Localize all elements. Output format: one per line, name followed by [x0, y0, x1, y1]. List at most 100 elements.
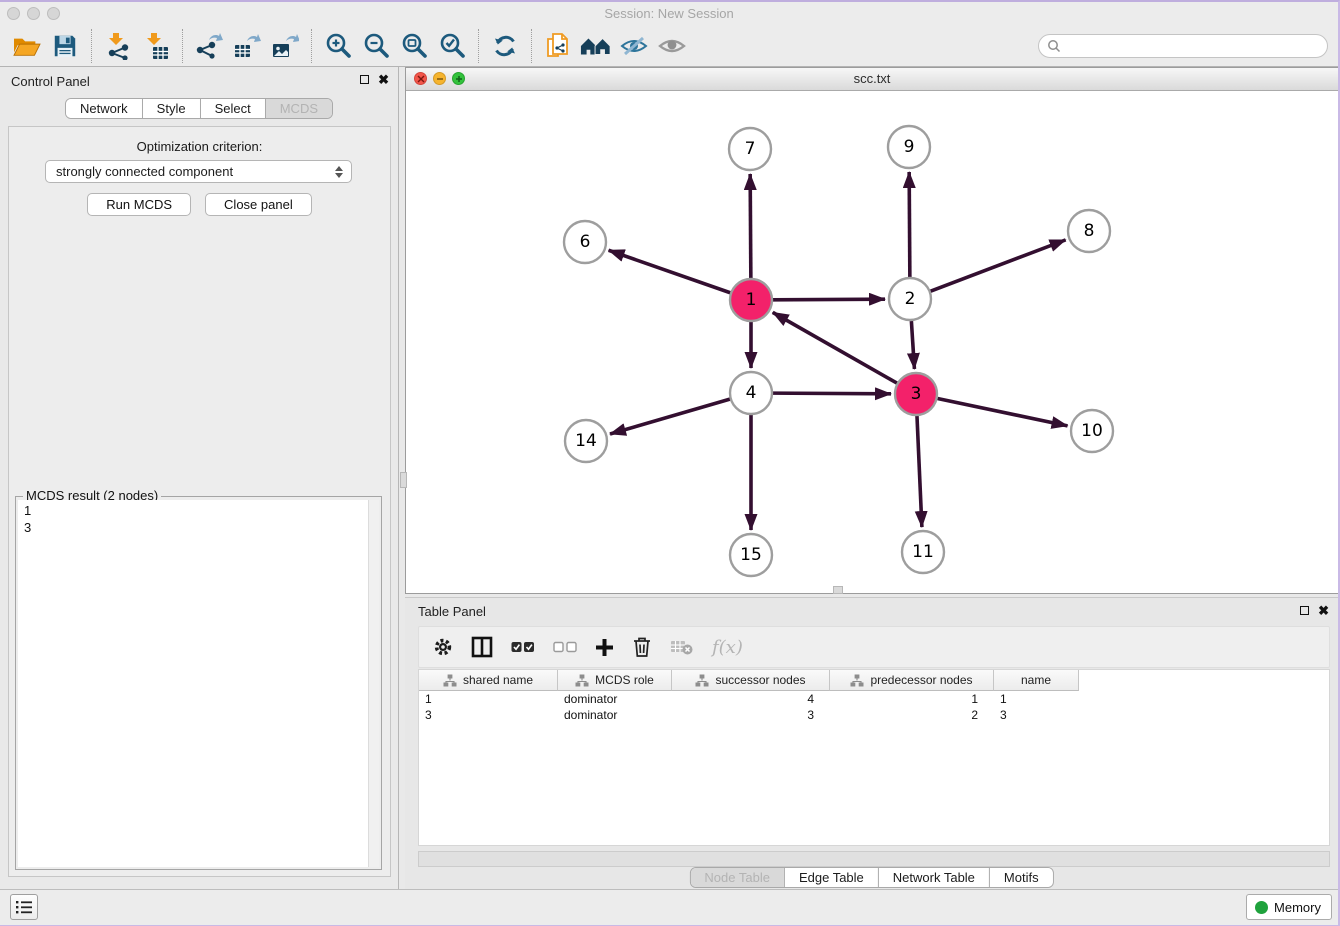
tab-mcds[interactable]: MCDS — [265, 99, 332, 118]
float-table-panel-icon[interactable] — [1300, 606, 1309, 615]
tab-network[interactable]: Network — [66, 99, 142, 118]
function-builder-button[interactable]: f(x) — [712, 637, 743, 658]
edge-3-11[interactable] — [917, 416, 922, 527]
import-table-button[interactable] — [137, 28, 175, 64]
memory-button[interactable]: Memory — [1246, 894, 1332, 920]
search-box[interactable] — [1038, 34, 1328, 58]
edge-2-8[interactable] — [931, 240, 1066, 291]
edge-3-1[interactable] — [773, 312, 897, 383]
show-columns-button[interactable] — [471, 636, 493, 658]
table-cell[interactable]: 3 — [994, 708, 1079, 722]
column-header-shared-name[interactable]: shared name — [419, 670, 558, 691]
table-cell[interactable]: 1 — [994, 692, 1079, 706]
maximize-network-icon[interactable] — [452, 72, 465, 85]
node-1[interactable]: 1 — [730, 279, 772, 321]
node-14[interactable]: 14 — [565, 420, 607, 462]
node-8[interactable]: 8 — [1068, 210, 1110, 252]
zoom-selected-button[interactable] — [433, 28, 471, 64]
table-row[interactable]: 1dominator411 — [419, 691, 1329, 707]
column-header-predecessor-nodes[interactable]: predecessor nodes — [830, 670, 994, 691]
task-history-button[interactable] — [10, 894, 38, 920]
deselect-all-button[interactable] — [553, 641, 577, 653]
search-input[interactable] — [1065, 39, 1319, 54]
node-10[interactable]: 10 — [1071, 410, 1113, 452]
column-header-successor-nodes[interactable]: successor nodes — [672, 670, 830, 691]
criterion-dropdown[interactable]: strongly connected component — [45, 160, 352, 183]
tab-style[interactable]: Style — [142, 99, 200, 118]
refresh-view-button[interactable] — [486, 28, 524, 64]
node-15[interactable]: 15 — [730, 534, 772, 576]
network-graph[interactable]: 1 2 3 4 6 7 8 9 10 11 14 15 — [406, 91, 1338, 593]
close-panel-button[interactable]: Close panel — [205, 193, 312, 216]
minimize-window-icon[interactable] — [27, 7, 40, 20]
node-11[interactable]: 11 — [902, 531, 944, 573]
table-hscrollbar[interactable] — [418, 851, 1330, 867]
network-view[interactable]: 1 2 3 4 6 7 8 9 10 11 14 15 — [406, 91, 1338, 593]
export-table-button[interactable] — [228, 28, 266, 64]
node-9[interactable]: 9 — [888, 126, 930, 168]
table-cell[interactable]: 3 — [672, 708, 830, 722]
node-3[interactable]: 3 — [895, 373, 937, 415]
tab-select[interactable]: Select — [200, 99, 265, 118]
edge-1-2[interactable] — [773, 299, 885, 300]
edge-3-10[interactable] — [938, 399, 1068, 426]
splitter-handle[interactable] — [400, 472, 407, 488]
edge-1-7[interactable] — [750, 174, 751, 278]
delete-column-button[interactable] — [632, 636, 652, 658]
edge-2-9[interactable] — [909, 172, 910, 277]
column-header-MCDS-role[interactable]: MCDS role — [558, 670, 672, 691]
node-2[interactable]: 2 — [889, 278, 931, 320]
table-cell[interactable]: 2 — [830, 708, 994, 722]
close-table-panel-icon[interactable]: ✖ — [1318, 606, 1329, 615]
network-window-titlebar[interactable]: scc.txt — [406, 68, 1338, 91]
table-cell[interactable]: 1 — [830, 692, 994, 706]
table-tab-node-table[interactable]: Node Table — [690, 868, 784, 887]
mcds-result-textarea[interactable]: 13 — [18, 500, 379, 867]
node-6[interactable]: 6 — [564, 221, 606, 263]
column-header-name[interactable]: name — [994, 670, 1079, 691]
close-panel-icon[interactable]: ✖ — [378, 75, 389, 84]
table-header-row: shared name MCDS role successor nodes pr… — [419, 670, 1329, 691]
edge-4-3[interactable] — [773, 393, 891, 394]
zoom-out-button[interactable] — [357, 28, 395, 64]
float-panel-icon[interactable] — [360, 75, 369, 84]
select-all-button[interactable] — [511, 641, 535, 653]
table-tab-motifs[interactable]: Motifs — [989, 868, 1053, 887]
table-settings-button[interactable] — [433, 637, 453, 657]
table-cell[interactable]: 4 — [672, 692, 830, 706]
table-cell[interactable]: 3 — [419, 708, 558, 722]
import-network-button[interactable] — [99, 28, 137, 64]
open-session-button[interactable] — [8, 28, 46, 64]
close-window-icon[interactable] — [7, 7, 20, 20]
table-body: 1dominator4113dominator323 — [419, 691, 1329, 723]
zoom-window-icon[interactable] — [47, 7, 60, 20]
minimize-network-icon[interactable] — [433, 72, 446, 85]
zoom-fit-button[interactable] — [395, 28, 433, 64]
table-tab-network-table[interactable]: Network Table — [878, 868, 989, 887]
export-image-button[interactable] — [266, 28, 304, 64]
node-table[interactable]: shared name MCDS role successor nodes pr… — [418, 669, 1330, 846]
show-eye-button[interactable] — [653, 28, 691, 64]
table-cell[interactable]: dominator — [558, 708, 672, 722]
edge-1-6[interactable] — [609, 250, 731, 292]
table-row[interactable]: 3dominator323 — [419, 707, 1329, 723]
home-layout-button[interactable] — [577, 28, 615, 64]
delete-table-button[interactable] — [670, 638, 694, 656]
hide-eye-button[interactable] — [615, 28, 653, 64]
node-7[interactable]: 7 — [729, 128, 771, 170]
run-mcds-button[interactable]: Run MCDS — [87, 193, 191, 216]
export-network-button[interactable] — [190, 28, 228, 64]
table-tab-edge-table[interactable]: Edge Table — [784, 868, 878, 887]
duplicate-network-button[interactable] — [539, 28, 577, 64]
add-column-button[interactable] — [595, 638, 614, 657]
table-cell[interactable]: 1 — [419, 692, 558, 706]
edge-4-14[interactable] — [610, 399, 730, 434]
save-session-button[interactable] — [46, 28, 84, 64]
table-cell[interactable]: dominator — [558, 692, 672, 706]
hscroll-handle[interactable] — [833, 586, 843, 594]
zoom-in-button[interactable] — [319, 28, 357, 64]
node-4[interactable]: 4 — [730, 372, 772, 414]
close-network-icon[interactable] — [414, 72, 427, 85]
result-scrollbar[interactable] — [368, 500, 379, 867]
edge-2-3[interactable] — [911, 321, 914, 369]
